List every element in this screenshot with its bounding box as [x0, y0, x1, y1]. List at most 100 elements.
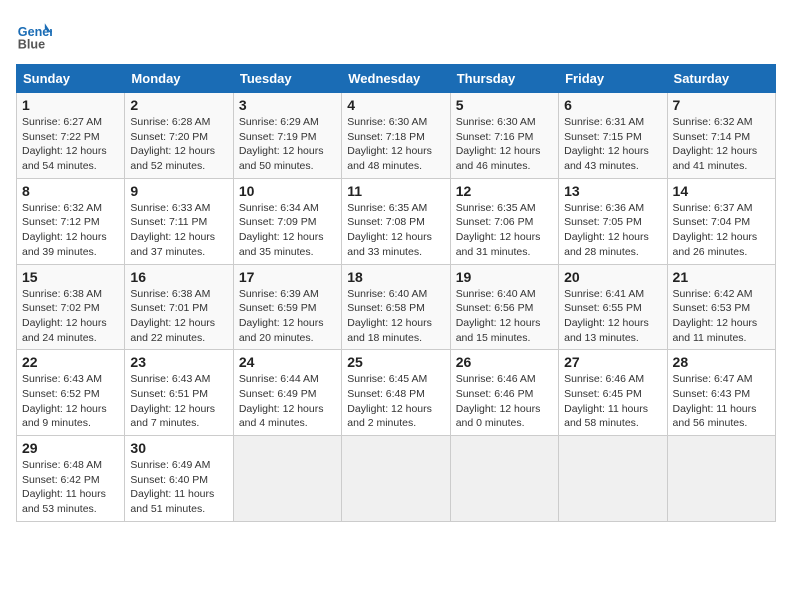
table-row: 15 Sunrise: 6:38 AMSunset: 7:02 PMDayligh… — [17, 264, 125, 350]
col-header-monday: Monday — [125, 65, 233, 93]
table-row: 11 Sunrise: 6:35 AMSunset: 7:08 PMDayligh… — [342, 178, 450, 264]
day-info: Sunrise: 6:35 AMSunset: 7:08 PMDaylight:… — [347, 201, 444, 260]
col-header-saturday: Saturday — [667, 65, 775, 93]
table-row: 19 Sunrise: 6:40 AMSunset: 6:56 PMDayligh… — [450, 264, 558, 350]
col-header-sunday: Sunday — [17, 65, 125, 93]
table-row: 5Sunrise: 6:30 AMSunset: 7:16 PMDaylight… — [450, 93, 558, 179]
table-row — [342, 436, 450, 522]
day-info: Sunrise: 6:38 AMSunset: 7:01 PMDaylight:… — [130, 287, 227, 346]
day-number: 19 — [456, 269, 553, 285]
table-row — [233, 436, 341, 522]
logo: General Blue — [16, 16, 52, 52]
table-row: 17 Sunrise: 6:39 AMSunset: 6:59 PMDayligh… — [233, 264, 341, 350]
day-number: 3 — [239, 97, 336, 113]
svg-text:Blue: Blue — [18, 37, 45, 51]
day-number: 15 — [22, 269, 119, 285]
col-header-wednesday: Wednesday — [342, 65, 450, 93]
table-row: 18 Sunrise: 6:40 AMSunset: 6:58 PMDayligh… — [342, 264, 450, 350]
day-info: Sunrise: 6:29 AMSunset: 7:19 PMDaylight:… — [239, 115, 336, 174]
table-row: 6 Sunrise: 6:31 AMSunset: 7:15 PMDaylight… — [559, 93, 667, 179]
table-row: 28 Sunrise: 6:47 AMSunset: 6:43 PMDayligh… — [667, 350, 775, 436]
day-number: 26 — [456, 354, 553, 370]
day-number: 13 — [564, 183, 661, 199]
table-row: 10 Sunrise: 6:34 AMSunset: 7:09 PMDayligh… — [233, 178, 341, 264]
day-info: Sunrise: 6:37 AMSunset: 7:04 PMDaylight:… — [673, 201, 770, 260]
day-info: Sunrise: 6:42 AMSunset: 6:53 PMDaylight:… — [673, 287, 770, 346]
day-info: Sunrise: 6:40 AMSunset: 6:58 PMDaylight:… — [347, 287, 444, 346]
day-number: 27 — [564, 354, 661, 370]
day-info: Sunrise: 6:33 AMSunset: 7:11 PMDaylight:… — [130, 201, 227, 260]
table-row: 4 Sunrise: 6:30 AMSunset: 7:18 PMDaylight… — [342, 93, 450, 179]
table-row — [559, 436, 667, 522]
day-number: 6 — [564, 97, 661, 113]
day-number: 9 — [130, 183, 227, 199]
day-number: 22 — [22, 354, 119, 370]
day-info: Sunrise: 6:32 AMSunset: 7:14 PMDaylight:… — [673, 115, 770, 174]
day-number: 10 — [239, 183, 336, 199]
day-info: Sunrise: 6:44 AMSunset: 6:49 PMDaylight:… — [239, 372, 336, 431]
day-number: 14 — [673, 183, 770, 199]
day-number: 2 — [130, 97, 227, 113]
table-row: 20Sunrise: 6:41 AMSunset: 6:55 PMDayligh… — [559, 264, 667, 350]
day-info: Sunrise: 6:28 AMSunset: 7:20 PMDaylight:… — [130, 115, 227, 174]
table-row — [667, 436, 775, 522]
day-number: 11 — [347, 183, 444, 199]
table-row: 24 Sunrise: 6:44 AMSunset: 6:49 PMDayligh… — [233, 350, 341, 436]
table-row: 25 Sunrise: 6:45 AMSunset: 6:48 PMDayligh… — [342, 350, 450, 436]
calendar-table: SundayMondayTuesdayWednesdayThursdayFrid… — [16, 64, 776, 522]
day-info: Sunrise: 6:46 AMSunset: 6:46 PMDaylight:… — [456, 372, 553, 431]
table-row: 29Sunrise: 6:48 AMSunset: 6:42 PMDayligh… — [17, 436, 125, 522]
table-row: 12 Sunrise: 6:35 AMSunset: 7:06 PMDayligh… — [450, 178, 558, 264]
day-info: Sunrise: 6:45 AMSunset: 6:48 PMDaylight:… — [347, 372, 444, 431]
day-number: 12 — [456, 183, 553, 199]
day-info: Sunrise: 6:38 AMSunset: 7:02 PMDaylight:… — [22, 287, 119, 346]
day-info: Sunrise: 6:49 AMSunset: 6:40 PMDaylight:… — [130, 458, 227, 517]
table-row: 13 Sunrise: 6:36 AMSunset: 7:05 PMDayligh… — [559, 178, 667, 264]
day-number: 16 — [130, 269, 227, 285]
day-number: 18 — [347, 269, 444, 285]
table-row: 7 Sunrise: 6:32 AMSunset: 7:14 PMDaylight… — [667, 93, 775, 179]
day-number: 8 — [22, 183, 119, 199]
day-info: Sunrise: 6:35 AMSunset: 7:06 PMDaylight:… — [456, 201, 553, 260]
col-header-friday: Friday — [559, 65, 667, 93]
page-header: General Blue — [16, 16, 776, 52]
day-number: 17 — [239, 269, 336, 285]
table-row: 1 Sunrise: 6:27 AMSunset: 7:22 PMDaylight… — [17, 93, 125, 179]
day-info: Sunrise: 6:43 AMSunset: 6:51 PMDaylight:… — [130, 372, 227, 431]
day-info: Sunrise: 6:36 AMSunset: 7:05 PMDaylight:… — [564, 201, 661, 260]
day-info: Sunrise: 6:40 AMSunset: 6:56 PMDaylight:… — [456, 287, 553, 346]
day-info: Sunrise: 6:41 AMSunset: 6:55 PMDaylight:… — [564, 287, 661, 346]
table-row: 26 Sunrise: 6:46 AMSunset: 6:46 PMDayligh… — [450, 350, 558, 436]
table-row — [450, 436, 558, 522]
day-number: 25 — [347, 354, 444, 370]
day-info: Sunrise: 6:32 AMSunset: 7:12 PMDaylight:… — [22, 201, 119, 260]
day-number: 1 — [22, 97, 119, 113]
day-info: Sunrise: 6:27 AMSunset: 7:22 PMDaylight:… — [22, 115, 119, 174]
logo-icon: General Blue — [16, 16, 52, 52]
day-number: 21 — [673, 269, 770, 285]
day-number: 29 — [22, 440, 119, 456]
table-row: 14 Sunrise: 6:37 AMSunset: 7:04 PMDayligh… — [667, 178, 775, 264]
day-number: 5 — [456, 97, 553, 113]
day-number: 28 — [673, 354, 770, 370]
day-info: Sunrise: 6:39 AMSunset: 6:59 PMDaylight:… — [239, 287, 336, 346]
day-number: 23 — [130, 354, 227, 370]
day-info: Sunrise: 6:46 AMSunset: 6:45 PMDaylight:… — [564, 372, 661, 431]
table-row: 3 Sunrise: 6:29 AMSunset: 7:19 PMDaylight… — [233, 93, 341, 179]
table-row: 8 Sunrise: 6:32 AMSunset: 7:12 PMDaylight… — [17, 178, 125, 264]
col-header-tuesday: Tuesday — [233, 65, 341, 93]
day-info: Sunrise: 6:31 AMSunset: 7:15 PMDaylight:… — [564, 115, 661, 174]
day-number: 7 — [673, 97, 770, 113]
table-row: 27 Sunrise: 6:46 AMSunset: 6:45 PMDayligh… — [559, 350, 667, 436]
day-info: Sunrise: 6:43 AMSunset: 6:52 PMDaylight:… — [22, 372, 119, 431]
col-header-thursday: Thursday — [450, 65, 558, 93]
table-row: 16 Sunrise: 6:38 AMSunset: 7:01 PMDayligh… — [125, 264, 233, 350]
day-info: Sunrise: 6:30 AMSunset: 7:18 PMDaylight:… — [347, 115, 444, 174]
day-info: Sunrise: 6:34 AMSunset: 7:09 PMDaylight:… — [239, 201, 336, 260]
day-info: Sunrise: 6:47 AMSunset: 6:43 PMDaylight:… — [673, 372, 770, 431]
table-row: 2 Sunrise: 6:28 AMSunset: 7:20 PMDaylight… — [125, 93, 233, 179]
table-row: 21 Sunrise: 6:42 AMSunset: 6:53 PMDayligh… — [667, 264, 775, 350]
day-number: 4 — [347, 97, 444, 113]
day-number: 30 — [130, 440, 227, 456]
day-number: 24 — [239, 354, 336, 370]
